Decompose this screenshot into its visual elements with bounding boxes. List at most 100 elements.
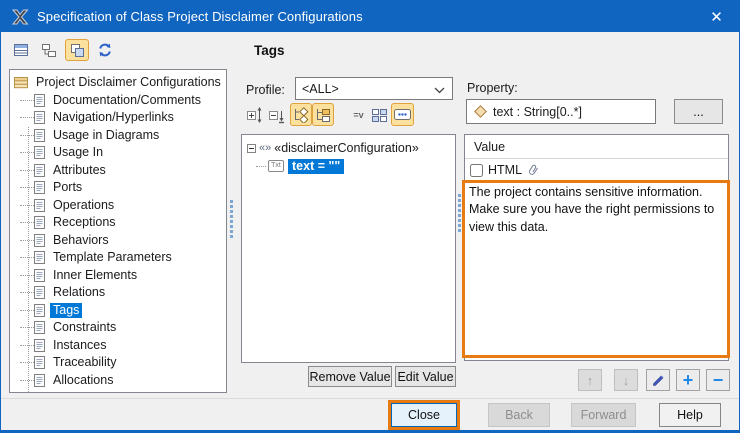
bottom-separator bbox=[1, 398, 739, 399]
remove-value-small-button[interactable]: − bbox=[706, 369, 730, 391]
tree-branch-line bbox=[20, 275, 34, 276]
properties-table-icon[interactable] bbox=[9, 39, 33, 61]
stereotype-node[interactable]: «» «disclaimerConfiguration» bbox=[247, 139, 455, 157]
profile-dropdown[interactable]: <ALL> bbox=[295, 77, 453, 100]
tree-item-inner-elements[interactable]: Inner Elements bbox=[10, 267, 226, 285]
tree-item-label: Relations bbox=[50, 285, 108, 300]
tree-item-behaviors[interactable]: Behaviors bbox=[10, 232, 226, 250]
add-value-button[interactable]: + bbox=[676, 369, 700, 391]
property-field[interactable]: text : String[0..*] bbox=[466, 99, 656, 124]
tree-item-documentation-comments[interactable]: Documentation/Comments bbox=[10, 92, 226, 110]
close-button[interactable]: Close bbox=[391, 403, 457, 427]
window-close-icon[interactable]: ✕ bbox=[694, 1, 739, 32]
show-inherited-tags-icon[interactable] bbox=[290, 103, 312, 126]
refresh-icon[interactable] bbox=[93, 39, 117, 61]
tree-branch-line bbox=[20, 222, 34, 223]
tag-value-selected: text = "" bbox=[288, 159, 344, 174]
tree-item-label: Traceability bbox=[50, 355, 119, 370]
tree-branch-line bbox=[20, 170, 34, 171]
expand-nodes-icon[interactable] bbox=[245, 104, 264, 126]
tag-value-text-area[interactable]: The project contains sensitive informati… bbox=[462, 180, 730, 358]
title-bar: Specification of Class Project Disclaime… bbox=[1, 1, 739, 32]
tree-branch-line bbox=[20, 292, 34, 293]
tree-branch-line bbox=[20, 362, 34, 363]
tree-item-relations[interactable]: Relations bbox=[10, 284, 226, 302]
more-properties-button[interactable]: ... bbox=[674, 99, 723, 124]
tree-item-label: Instances bbox=[50, 338, 110, 353]
html-checkbox[interactable] bbox=[470, 164, 483, 177]
tree-branch-line bbox=[20, 240, 34, 241]
html-label: HTML bbox=[488, 163, 522, 177]
tree-item-label: Behaviors bbox=[50, 233, 112, 248]
tree-item-label: Operations bbox=[50, 198, 117, 213]
show-default-values-icon[interactable]: =v bbox=[350, 104, 367, 126]
stereotype-label: «disclaimerConfiguration» bbox=[274, 141, 419, 155]
tree-item-tags[interactable]: Tags bbox=[10, 302, 226, 320]
tree-item-usage-in-diagrams[interactable]: Usage in Diagrams bbox=[10, 127, 226, 145]
document-icon bbox=[34, 356, 45, 369]
tree-item-receptions[interactable]: Receptions bbox=[10, 214, 226, 232]
tree-item-label: Usage in Diagrams bbox=[50, 128, 162, 143]
tree-root-project-disclaimer-configurations[interactable]: Project Disclaimer Configurations bbox=[10, 74, 226, 92]
page-title: Tags bbox=[254, 43, 285, 58]
tree-item-label: Inner Elements bbox=[50, 268, 140, 283]
tags-tree: «» «disclaimerConfiguration» Txt text = … bbox=[241, 134, 456, 363]
document-icon bbox=[34, 339, 45, 352]
document-icon bbox=[34, 374, 45, 387]
tree-item-operations[interactable]: Operations bbox=[10, 197, 226, 215]
tree-branch-line bbox=[20, 310, 34, 311]
tree-item-instances[interactable]: Instances bbox=[10, 337, 226, 355]
arrow-down-icon: ↓ bbox=[623, 373, 630, 388]
tree-item-label: Usage In bbox=[50, 145, 106, 160]
tag-value-node[interactable]: Txt text = "" bbox=[247, 157, 455, 175]
profile-label: Profile: bbox=[246, 83, 285, 97]
tree-item-label: Attributes bbox=[50, 163, 109, 178]
text-tag-icon: Txt bbox=[268, 160, 284, 172]
move-up-button: ↑ bbox=[578, 369, 602, 391]
left-tree-items: Documentation/CommentsNavigation/Hyperli… bbox=[10, 92, 226, 390]
edit-value-button[interactable]: Edit Value bbox=[395, 366, 456, 387]
standard-mode-icon[interactable] bbox=[65, 39, 89, 61]
document-icon bbox=[34, 94, 45, 107]
tree-item-template-parameters[interactable]: Template Parameters bbox=[10, 249, 226, 267]
specification-nav-tree: Project Disclaimer Configurations Docume… bbox=[9, 69, 227, 393]
tree-item-usage-in[interactable]: Usage In bbox=[10, 144, 226, 162]
tree-branch-line bbox=[256, 166, 266, 167]
containment-tree-icon[interactable] bbox=[37, 39, 61, 61]
magicdraw-logo-icon bbox=[11, 9, 29, 25]
back-button: Back bbox=[488, 403, 550, 427]
document-icon bbox=[34, 286, 45, 299]
tree-item-allocations[interactable]: Allocations bbox=[10, 372, 226, 390]
collapse-nodes-icon[interactable] bbox=[267, 104, 286, 126]
remove-value-button[interactable]: Remove Value bbox=[308, 366, 392, 387]
splitter-handle-left[interactable] bbox=[229, 200, 234, 238]
tree-item-label: Template Parameters bbox=[50, 250, 175, 265]
tree-branch-line bbox=[20, 327, 34, 328]
edit-button[interactable] bbox=[646, 369, 670, 391]
document-icon bbox=[34, 269, 45, 282]
show-empty-tags-icon[interactable] bbox=[369, 104, 389, 126]
tag-definition-diamond-icon bbox=[474, 105, 487, 118]
tree-branch-line bbox=[20, 117, 34, 118]
document-icon bbox=[34, 146, 45, 159]
move-down-button: ↓ bbox=[614, 369, 638, 391]
tree-item-constraints[interactable]: Constraints bbox=[10, 319, 226, 337]
tree-branch-line bbox=[20, 187, 34, 188]
specification-dialog: Specification of Class Project Disclaime… bbox=[0, 0, 740, 433]
collapse-expander-icon[interactable] bbox=[247, 144, 256, 153]
tree-branch-line bbox=[20, 135, 34, 136]
show-values-inline-icon[interactable] bbox=[391, 103, 414, 126]
tree-item-ports[interactable]: Ports bbox=[10, 179, 226, 197]
tree-branch-line bbox=[20, 257, 34, 258]
group-by-profile-icon[interactable] bbox=[312, 103, 334, 126]
tree-item-label: Constraints bbox=[50, 320, 119, 335]
tree-item-navigation-hyperlinks[interactable]: Navigation/Hyperlinks bbox=[10, 109, 226, 127]
document-icon bbox=[34, 164, 45, 177]
tree-item-attributes[interactable]: Attributes bbox=[10, 162, 226, 180]
tree-branch-line bbox=[20, 345, 34, 346]
chevron-down-icon bbox=[434, 87, 445, 94]
document-icon bbox=[34, 234, 45, 247]
dialog-content: Project Disclaimer Configurations Docume… bbox=[1, 32, 739, 430]
help-button[interactable]: Help bbox=[659, 403, 721, 427]
tree-item-traceability[interactable]: Traceability bbox=[10, 354, 226, 372]
